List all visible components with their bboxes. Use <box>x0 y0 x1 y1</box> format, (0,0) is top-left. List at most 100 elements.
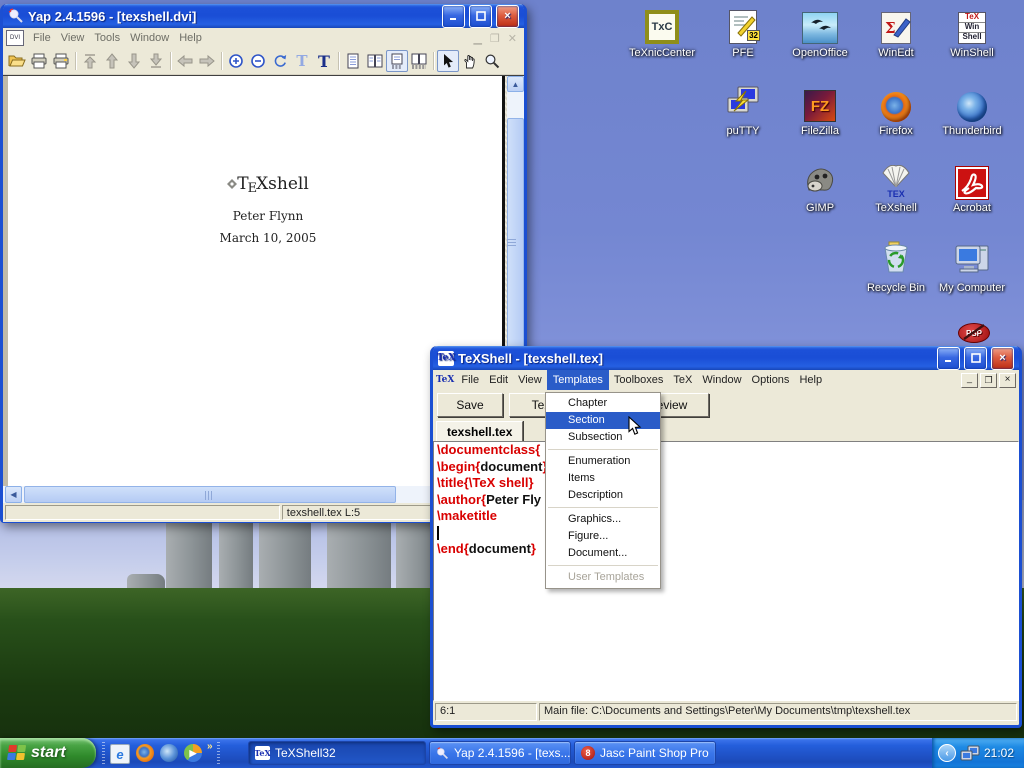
taskbar-task-paintshoppro[interactable]: 8 Jasc Paint Shop Pro <box>574 741 716 765</box>
desktop-icon-my-computer[interactable]: My Computer <box>930 243 1014 294</box>
texshell-menu-help[interactable]: Help <box>794 370 827 390</box>
taskbar-task-yap[interactable]: Yap 2.4.1596 - [texs... <box>429 741 571 765</box>
back-icon[interactable] <box>174 50 196 72</box>
texshell-maximize-button[interactable] <box>964 347 987 370</box>
yap-menu-file[interactable]: File <box>28 29 56 47</box>
open-file-icon[interactable] <box>6 50 28 72</box>
single-page-view-icon[interactable] <box>342 50 364 72</box>
last-page-icon[interactable] <box>145 50 167 72</box>
text-render-icon[interactable]: T <box>313 50 335 72</box>
quick-launch-chevron-icon[interactable]: » <box>207 741 213 768</box>
forward-icon[interactable] <box>196 50 218 72</box>
desktop-icon-texniccenter[interactable]: TxC TeXnicCenter <box>620 8 704 59</box>
texshell-minimize-button[interactable] <box>937 347 960 370</box>
yap-mdi-close-button[interactable]: ✕ <box>504 32 521 45</box>
desktop-icon-pfe[interactable]: 32 PFE <box>701 8 785 59</box>
texshell-titlebar[interactable]: TeX TeXShell - [texshell.tex] × <box>433 346 1019 370</box>
yap-close-button[interactable]: × <box>496 5 519 28</box>
scroll-up-icon[interactable]: ▲ <box>507 76 524 92</box>
print-icon[interactable] <box>28 50 50 72</box>
desktop-icon-texshell[interactable]: TEX TeXshell <box>854 163 938 214</box>
yap-mdi-restore-button[interactable]: ❐ <box>486 32 504 45</box>
yap-hscroll-thumb[interactable] <box>24 486 396 503</box>
desktop-icon-filezilla[interactable]: FZ FileZilla <box>778 86 862 137</box>
hand-tool-icon[interactable] <box>459 50 481 72</box>
double-page-view-icon[interactable] <box>364 50 386 72</box>
desktop-icon-acrobat[interactable]: Acrobat <box>930 163 1014 214</box>
yap-minimize-button[interactable] <box>442 5 465 28</box>
yap-mdi-minimize-button[interactable]: ▁ <box>469 32 485 45</box>
menu-item-chapter[interactable]: Chapter <box>546 395 660 412</box>
first-page-icon[interactable] <box>79 50 101 72</box>
refresh-icon[interactable] <box>269 50 291 72</box>
texshell-menu-view[interactable]: View <box>513 370 547 390</box>
texshell-menu-options[interactable]: Options <box>747 370 795 390</box>
menu-item-description[interactable]: Description <box>546 487 660 504</box>
yap-window-title: Yap 2.4.1596 - [texshell.dvi] <box>28 9 438 24</box>
network-tray-icon[interactable] <box>960 745 980 761</box>
magnifier-tool-icon[interactable] <box>481 50 503 72</box>
texshell-editor[interactable]: \documentclass{ \begin{document} \title{… <box>433 441 1019 701</box>
texshell-menu-tex[interactable]: TeX <box>668 370 697 390</box>
texshell-close-button[interactable]: × <box>991 347 1014 370</box>
firefox-quicklaunch-icon[interactable] <box>136 744 154 762</box>
next-page-icon[interactable] <box>123 50 145 72</box>
tray-chevron-icon[interactable]: ‹ <box>938 744 956 762</box>
texshell-menu-icon: TeX <box>436 375 454 385</box>
texshell-menu-window[interactable]: Window <box>697 370 746 390</box>
continuous-double-view-icon[interactable] <box>408 50 430 72</box>
yap-menu-help[interactable]: Help <box>174 29 207 47</box>
texshell-mdi-minimize-button[interactable]: _ <box>961 373 978 388</box>
text-outline-icon[interactable]: T <box>291 50 313 72</box>
zoom-out-icon[interactable] <box>247 50 269 72</box>
yap-vscroll-thumb[interactable] <box>507 118 524 368</box>
desktop-icon-openoffice[interactable]: OpenOffice <box>778 8 862 59</box>
previous-page-icon[interactable] <box>101 50 123 72</box>
system-tray: ‹ 21:02 <box>932 738 1024 768</box>
media-player-icon[interactable]: ▶ <box>184 744 202 762</box>
taskbar-task-texshell32[interactable]: TeX TeXShell32 <box>248 741 426 765</box>
dvi-document-icon: DVI <box>6 30 24 46</box>
internet-explorer-icon[interactable]: e <box>110 744 130 764</box>
yap-menu-view[interactable]: View <box>56 29 90 47</box>
menu-item-section[interactable]: Section <box>546 412 660 429</box>
desktop-icon-paintshoppro[interactable]: PSP <box>958 323 992 347</box>
desktop-icon-thunderbird[interactable]: Thunderbird <box>930 86 1014 137</box>
start-button[interactable]: start <box>0 738 96 768</box>
scroll-left-icon[interactable]: ◀ <box>5 486 22 503</box>
zoom-in-icon[interactable] <box>225 50 247 72</box>
continuous-view-icon[interactable] <box>386 50 408 72</box>
texshell-mdi-restore-button[interactable]: ❐ <box>980 373 997 388</box>
menu-item-enumeration[interactable]: Enumeration <box>546 453 660 470</box>
texshell-menu-edit[interactable]: Edit <box>484 370 513 390</box>
desktop-icon-winshell[interactable]: TeX Win Shell WinShell <box>930 8 1014 59</box>
menu-item-items[interactable]: Items <box>546 470 660 487</box>
yap-titlebar[interactable]: Yap 2.4.1596 - [texshell.dvi] × <box>3 4 524 28</box>
yap-status-left <box>5 505 280 520</box>
yap-menu-window[interactable]: Window <box>125 29 174 47</box>
texshell-statusbar: 6:1 Main file: C:\Documents and Settings… <box>433 701 1019 723</box>
menu-item-document[interactable]: Document... <box>546 545 660 562</box>
code-line: \maketitle <box>434 508 1018 525</box>
menu-item-subsection[interactable]: Subsection <box>546 429 660 446</box>
text-caret <box>437 526 439 540</box>
thunderbird-quicklaunch-icon[interactable] <box>160 744 178 762</box>
texshell-menu-file[interactable]: File <box>456 370 484 390</box>
toolbar-separator <box>338 52 339 70</box>
tab-texshell-tex[interactable]: texshell.tex <box>436 421 523 443</box>
texshell-menu-templates[interactable]: Templates <box>547 370 609 390</box>
desktop-icon-firefox[interactable]: Firefox <box>854 86 938 137</box>
select-tool-icon[interactable] <box>437 50 459 72</box>
yap-menu-tools[interactable]: Tools <box>89 29 125 47</box>
menu-item-figure[interactable]: Figure... <box>546 528 660 545</box>
menu-item-graphics[interactable]: Graphics... <box>546 511 660 528</box>
yap-maximize-button[interactable] <box>469 5 492 28</box>
desktop-icon-gimp[interactable]: GIMP <box>778 163 862 214</box>
texshell-menu-toolboxes[interactable]: Toolboxes <box>609 370 669 390</box>
desktop-icon-winedt[interactable]: Σ WinEdt <box>854 8 938 59</box>
desktop-icon-putty[interactable]: puTTY <box>701 86 785 137</box>
desktop-icon-recycle-bin[interactable]: Recycle Bin <box>854 243 938 294</box>
save-button[interactable]: Save <box>437 393 503 417</box>
texshell-mdi-close-button[interactable]: × <box>999 373 1016 388</box>
print-setup-icon[interactable] <box>50 50 72 72</box>
